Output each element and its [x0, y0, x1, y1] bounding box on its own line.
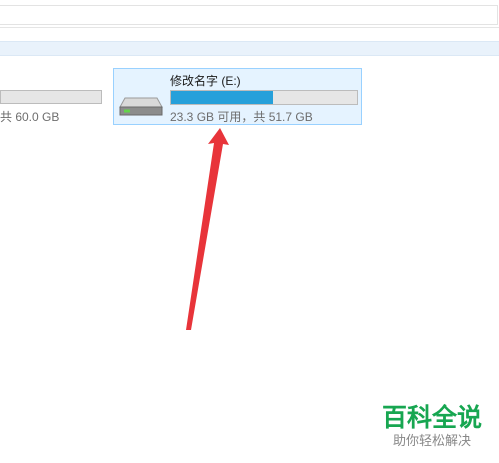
drive-tile-e[interactable]: 修改名字 (E:) 23.3 GB 可用，共 51.7 GB: [113, 68, 362, 125]
drive-tile-left[interactable]: 共 60.0 GB: [0, 70, 112, 126]
drive-left-free-space: 共 60.0 GB: [0, 110, 60, 124]
drive-usage-bar: [170, 90, 358, 105]
drive-usage-fill: [171, 91, 274, 104]
watermark-subtitle: 助你轻松解决: [392, 434, 471, 449]
drive-left-usage-bar: [0, 90, 102, 104]
address-bar[interactable]: [0, 5, 498, 25]
devices-group-header[interactable]: [0, 41, 499, 56]
watermark-title: 百科全说: [381, 403, 482, 432]
drive-free-space: 23.3 GB 可用，共 51.7 GB: [170, 110, 313, 124]
watermark-logo: 百科全说 助你轻松解决: [372, 403, 492, 451]
address-bar-area: [0, 0, 499, 28]
hard-drive-icon: [119, 97, 163, 116]
drive-name-label: 修改名字 (E:): [170, 74, 241, 88]
